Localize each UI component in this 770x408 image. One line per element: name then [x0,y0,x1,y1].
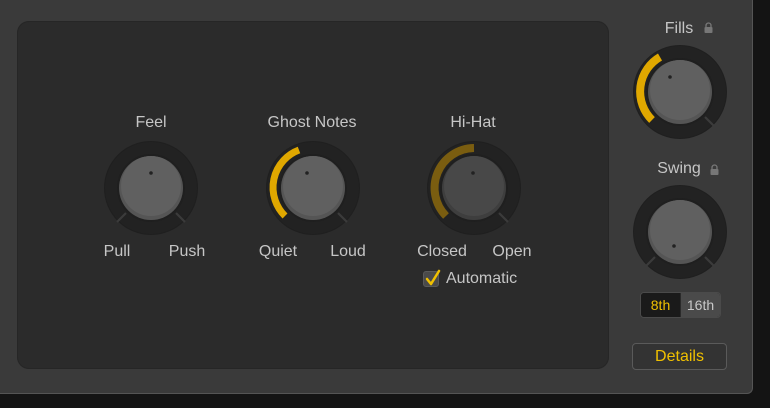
details-button[interactable]: Details [632,343,727,370]
swing-16th-option[interactable]: 16th [680,293,720,317]
feel-max-label: Push [168,243,206,260]
swing-8th-option[interactable]: 8th [641,293,680,317]
lock-icon[interactable] [710,164,719,175]
checkmark-icon [425,269,441,286]
swing-title: Swing [657,160,701,177]
hihat-knob[interactable] [426,140,522,236]
feel-knob[interactable] [103,140,199,236]
feel-title: Feel [135,114,167,131]
ghost-notes-max-label: Loud [330,243,366,260]
fills-knob[interactable] [632,44,728,140]
hihat-min-label: Closed [417,243,467,260]
ghost-notes-knob[interactable] [265,140,361,236]
swing-knob[interactable] [632,184,728,280]
automatic-label: Automatic [446,270,518,287]
automatic-checkbox[interactable] [423,269,441,287]
hihat-title: Hi-Hat [450,114,496,131]
swing-resolution-segmented-control: 8th 16th [640,292,721,318]
fills-title: Fills [664,20,694,37]
feel-min-label: Pull [103,243,131,260]
hihat-max-label: Open [492,243,532,260]
lock-icon[interactable] [704,22,713,33]
ghost-notes-title: Ghost Notes [267,114,357,131]
ghost-notes-min-label: Quiet [258,243,298,260]
